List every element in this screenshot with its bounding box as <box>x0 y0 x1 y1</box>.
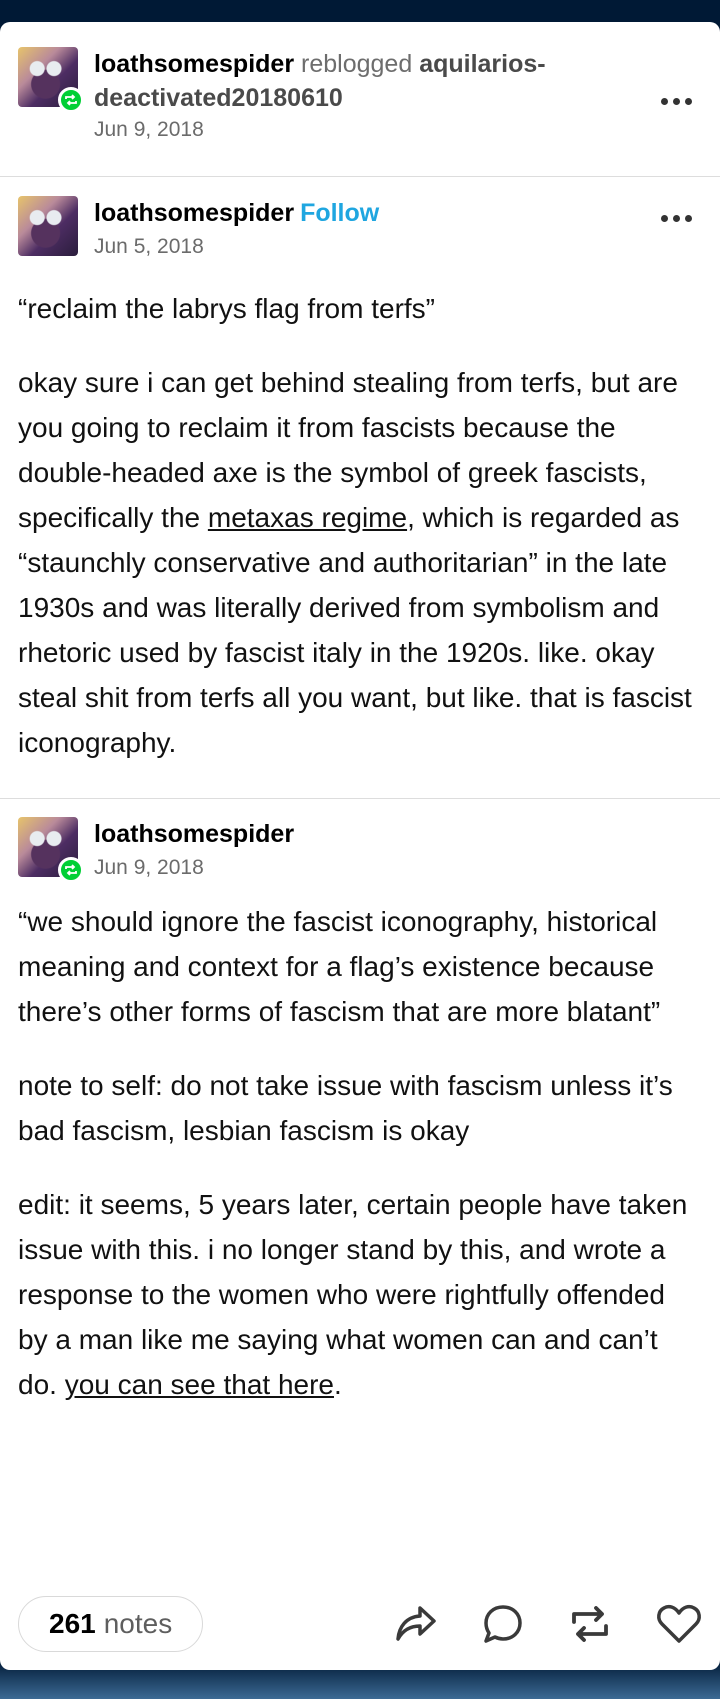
reblog-line: loathsomespider reblogged aquilarios- <box>94 47 702 81</box>
source-blog-name[interactable]: aquilarios- <box>419 50 545 78</box>
reblog-icon[interactable] <box>568 1603 612 1645</box>
avatar[interactable] <box>18 47 84 113</box>
metaxas-link[interactable]: metaxas regime <box>208 502 407 533</box>
reblog-header: loathsomespider reblogged aquilarios- de… <box>0 22 720 152</box>
reblog-badge-icon <box>58 87 84 113</box>
post-paragraph: note to self: do not take issue with fas… <box>18 1070 673 1146</box>
post-paragraph: okay sure i can get behind stealing from… <box>18 360 702 765</box>
post-paragraph: edit: it seems, 5 years later, certain p… <box>18 1182 702 1407</box>
avatar[interactable] <box>18 196 78 256</box>
reply-post-header: loathsomespider Jun 9, 2018 <box>0 799 720 889</box>
reblog-meta: loathsomespider reblogged aquilarios- de… <box>94 47 702 152</box>
post-date[interactable]: Jun 9, 2018 <box>94 853 702 883</box>
post-paragraph: “we should ignore the fascist iconograph… <box>18 906 661 1027</box>
follow-button[interactable]: Follow <box>300 199 379 227</box>
reply-post-body: “we should ignore the fascist iconograph… <box>0 899 720 1407</box>
post-card: loathsomespider reblogged aquilarios- de… <box>0 22 720 1670</box>
blog-name[interactable]: loathsomespider <box>94 817 702 851</box>
post-text: . <box>334 1369 342 1400</box>
post-text: , which is regarded as “staunchly conser… <box>18 502 692 758</box>
blog-name[interactable]: loathsomespider <box>94 50 294 78</box>
heart-icon[interactable] <box>656 1603 702 1645</box>
post-date[interactable]: Jun 5, 2018 <box>94 232 702 262</box>
reply-meta: loathsomespider Jun 9, 2018 <box>94 817 702 889</box>
reblog-action: reblogged <box>301 50 413 78</box>
original-post-header: loathsomespider Follow Jun 5, 2018 <box>0 177 720 275</box>
share-icon[interactable] <box>394 1604 438 1644</box>
original-post-body: “reclaim the labrys flag from terfs” oka… <box>0 286 720 765</box>
post-date[interactable]: Jun 9, 2018 <box>94 115 702 145</box>
post-footer: 261 notes <box>18 1595 702 1653</box>
blog-name[interactable]: loathsomespider <box>94 199 294 227</box>
reblog-badge-icon <box>58 857 84 883</box>
source-blog-name-cont[interactable]: deactivated20180610 <box>94 81 702 115</box>
notes-count: 261 <box>49 1608 96 1639</box>
original-meta: loathsomespider Follow Jun 5, 2018 <box>94 196 702 275</box>
notes-label: notes <box>103 1608 173 1639</box>
see-here-link[interactable]: you can see that here <box>65 1369 334 1400</box>
more-dots-icon[interactable] <box>661 98 692 105</box>
post-actions <box>394 1603 702 1645</box>
avatar[interactable] <box>18 817 84 883</box>
original-name-line: loathsomespider Follow <box>94 196 702 230</box>
post-quote: “reclaim the labrys flag from terfs” <box>18 293 435 324</box>
notes-button[interactable]: 261 notes <box>18 1596 204 1652</box>
comment-icon[interactable] <box>482 1603 524 1645</box>
more-dots-icon[interactable] <box>661 215 692 222</box>
